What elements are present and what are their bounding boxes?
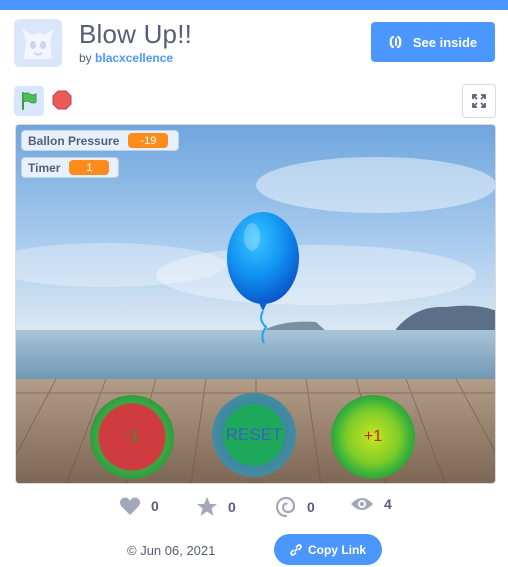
copy-link-button[interactable]: Copy Link: [274, 534, 382, 565]
project-stage[interactable]: Ballon Pressure -19 Timer 1 -1 RESET +1: [15, 124, 496, 484]
see-inside-label: See inside: [412, 34, 478, 50]
reset-button[interactable]: RESET: [212, 393, 296, 477]
link-icon: [290, 543, 302, 556]
see-inside-icon: [389, 35, 402, 49]
fullscreen-button[interactable]: [462, 84, 496, 118]
scratch-cat-icon: [14, 19, 62, 67]
reset-label: RESET: [225, 425, 283, 444]
monitor-timer[interactable]: Timer 1: [21, 157, 119, 178]
copy-link-label: Copy Link: [307, 542, 366, 557]
project-thumbnail-avatar[interactable]: [14, 19, 62, 67]
heart-icon: [119, 497, 141, 515]
see-inside-button[interactable]: See inside: [371, 22, 495, 62]
monitor-ballon-pressure[interactable]: Ballon Pressure -19: [21, 130, 179, 151]
fullscreen-icon: [472, 94, 486, 108]
remix-icon: [275, 496, 296, 518]
monitor-value: 1: [69, 160, 110, 175]
author-link[interactable]: blacxcellence: [95, 51, 173, 65]
view-count: 4: [384, 496, 392, 512]
minus-one-label: -1: [124, 428, 140, 445]
star-icon: [197, 497, 217, 516]
monitor-label: Ballon Pressure: [28, 133, 120, 148]
byline-prefix: by: [79, 51, 92, 65]
top-accent-bar: [0, 0, 508, 10]
green-flag-button[interactable]: [14, 86, 44, 116]
remix-count: 0: [307, 499, 315, 515]
love-count: 0: [151, 498, 159, 514]
minus-one-button[interactable]: -1: [90, 395, 174, 479]
remix-stat: 0: [275, 496, 315, 518]
share-date: © Jun 06, 2021: [127, 543, 216, 558]
project-title: Blow Up!!: [79, 19, 193, 49]
favorite-stat[interactable]: 0: [196, 496, 236, 517]
stop-button[interactable]: [50, 88, 74, 112]
project-byline: by blacxcellence: [79, 51, 173, 65]
green-flag-icon: [22, 92, 37, 110]
project-stats: 0 0 0 4: [0, 496, 508, 522]
eye-icon: [351, 498, 373, 510]
monitor-value: -19: [128, 133, 169, 148]
plus-one-button[interactable]: +1: [331, 395, 415, 479]
stop-icon: [52, 90, 72, 110]
favorite-count: 0: [228, 498, 236, 515]
monitor-label: Timer: [28, 160, 61, 175]
plus-one-label: +1: [363, 428, 383, 445]
love-stat[interactable]: 0: [119, 496, 159, 516]
view-stat: 4: [350, 496, 392, 512]
